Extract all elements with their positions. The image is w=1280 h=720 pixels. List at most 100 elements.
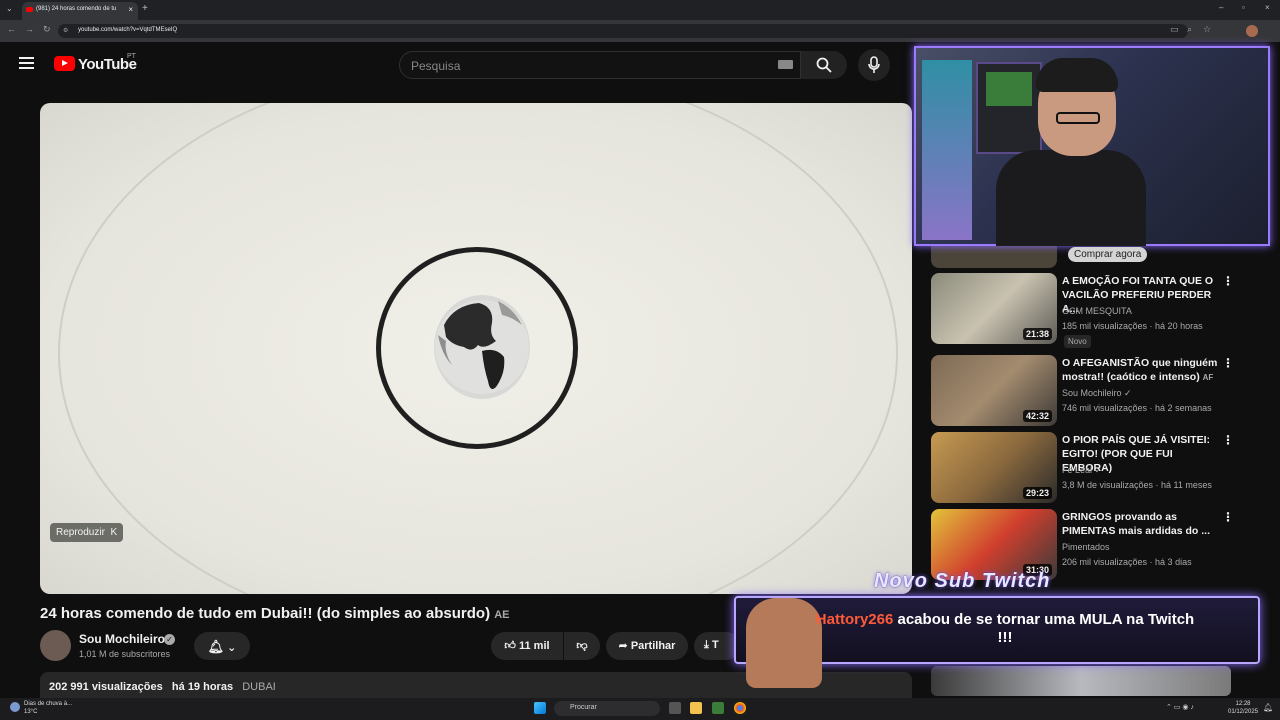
like-button[interactable]: 👍︎ 11 mil: [491, 632, 563, 660]
taskbar-search[interactable]: Procurar: [554, 701, 660, 716]
site-info-icon[interactable]: ⚙: [63, 27, 68, 34]
rec-views: 3,8 M de visualizações: [1062, 480, 1154, 490]
reload-icon[interactable]: ↻: [43, 24, 51, 35]
globe-icon: [434, 295, 530, 399]
webcam-glasses: [1056, 112, 1100, 124]
rec-channel[interactable]: GCM MESQUITA: [1062, 306, 1132, 316]
play-tooltip-key: K: [110, 527, 118, 538]
video-title: 24 horas comendo de tudo em Dubai!! (do …: [40, 605, 510, 622]
alert-message: acabou de se tornar uma MULA na Twitch: [897, 611, 1195, 628]
youtube-favicon-icon: [26, 7, 33, 12]
region-code: PT: [127, 53, 136, 60]
chrome-icon[interactable]: [734, 702, 746, 714]
more-options-icon[interactable]: ⋮: [1222, 510, 1234, 524]
maximize-icon[interactable]: ▫: [1242, 3, 1245, 12]
rec-channel-name: Fe Leal: [1062, 465, 1093, 475]
cast-icon[interactable]: ▭: [1170, 24, 1179, 35]
zoom-icon[interactable]: ⌕: [1187, 24, 1192, 35]
verified-icon: ✓: [1094, 465, 1103, 475]
more-options-icon[interactable]: ⋮: [1222, 356, 1234, 370]
minimize-icon[interactable]: –: [1219, 3, 1223, 12]
download-icon: ⤓: [704, 639, 709, 651]
store-icon[interactable]: [712, 702, 724, 714]
profile-avatar[interactable]: [1246, 25, 1258, 37]
rec-title-flag: AF: [1202, 373, 1214, 382]
alert-suffix: !!!: [997, 629, 1013, 646]
menu-icon[interactable]: [19, 57, 34, 70]
comprar-button[interactable]: Comprar agora: [1068, 247, 1148, 262]
search-input[interactable]: Pesquisa: [399, 51, 801, 79]
verified-icon: ✓: [1124, 388, 1132, 398]
thumbs-down-icon: 👎︎: [576, 640, 588, 652]
video-title-text: 24 horas comendo de tudo em Dubai!! (do …: [40, 605, 491, 622]
rec-duration: 21:38: [1023, 328, 1053, 340]
share-button[interactable]: ➦ Partilhar: [606, 632, 688, 660]
play-tooltip-label: Reproduzir: [56, 527, 105, 538]
rec-channel[interactable]: Pimentados: [1062, 542, 1110, 552]
close-window-icon[interactable]: ×: [1265, 3, 1270, 12]
back-icon[interactable]: ←: [7, 24, 16, 34]
dislike-button[interactable]: 👎︎: [564, 632, 600, 660]
voice-search-button[interactable]: [858, 49, 890, 81]
rec-channel-name: Pimentados: [1062, 542, 1110, 552]
rec-age: há 3 dias: [1155, 557, 1192, 567]
rec-meta: 3,8 M de visualizações · há 11 meses: [1062, 480, 1212, 490]
rec-title[interactable]: O AFEGANISTÃO que ninguém mostra!! (caót…: [1062, 356, 1220, 385]
rec-age: há 2 semanas: [1155, 403, 1212, 413]
notification-bell-button[interactable]: 🔔︎ ⌄: [194, 632, 250, 660]
browser-tab-bar: [0, 0, 1280, 20]
bell-icon: 🔔︎: [207, 639, 225, 654]
weather-temp: 13°C: [24, 709, 38, 715]
url-text: youtube.com/watch?v=VqtdTMEseIQ: [78, 27, 178, 33]
rec-meta: 185 mil visualizações · há 20 horas: [1062, 321, 1203, 331]
address-bar[interactable]: youtube.com/watch?v=VqtdTMEseIQ: [58, 24, 1188, 38]
hashtag[interactable]: DUBAI: [242, 681, 276, 693]
youtube-logo-icon[interactable]: [54, 56, 75, 71]
rec-channel[interactable]: Fe Leal ✓: [1062, 465, 1102, 476]
weather-icon[interactable]: [10, 702, 20, 712]
microphone-icon: [868, 56, 880, 73]
more-options-icon[interactable]: ⋮: [1222, 433, 1234, 447]
upload-age: há 19 horas: [171, 681, 234, 693]
like-count: 11 mil: [518, 640, 550, 652]
forward-icon[interactable]: →: [25, 24, 34, 34]
rec-views: 185 mil visualizações: [1062, 321, 1148, 331]
previous-rec-thumbnail[interactable]: [931, 246, 1057, 268]
rec-channel[interactable]: Sou Mochileiro ✓: [1062, 388, 1132, 399]
new-tab-icon[interactable]: +: [142, 3, 148, 14]
search-placeholder: Pesquisa: [411, 59, 461, 73]
weather-widget[interactable]: Dias de chuva à... 13°C: [24, 700, 72, 716]
clock[interactable]: 12:28 01/12/2025: [1228, 700, 1258, 716]
browser-tab[interactable]: (981) 24 horas comendo de tu ×: [22, 2, 138, 20]
thumbs-up-icon: 👍︎: [504, 640, 516, 652]
webcam-arcade: [976, 62, 1042, 154]
video-player[interactable]: Reproduzir K: [40, 103, 912, 594]
close-tab-icon[interactable]: ×: [128, 5, 133, 14]
search-icon: [816, 57, 832, 73]
file-explorer-icon[interactable]: [690, 702, 702, 714]
notification-icon[interactable]: 🔔︎: [1263, 703, 1273, 712]
more-options-icon[interactable]: ⋮: [1222, 274, 1234, 288]
alert-username: Hattory266: [815, 611, 894, 628]
tab-search-icon[interactable]: ⌄: [6, 4, 13, 13]
start-icon[interactable]: [534, 702, 546, 714]
verified-icon: ✓: [164, 634, 175, 645]
alert-text: Hattory266 acabou de se tornar uma MULA …: [760, 611, 1250, 647]
search-button[interactable]: [801, 51, 847, 79]
bookmark-star-icon[interactable]: ☆: [1203, 24, 1211, 35]
webcam-person-body: [996, 150, 1146, 246]
clock-date: 01/12/2025: [1228, 709, 1259, 715]
task-view-icon[interactable]: [669, 702, 681, 714]
taskbar-search-label: Procurar: [570, 704, 597, 711]
keyboard-icon[interactable]: [778, 60, 793, 69]
channel-avatar[interactable]: [40, 630, 71, 661]
tab-title: (981) 24 horas comendo de tu: [36, 6, 117, 12]
rec-title[interactable]: GRINGOS provando as PIMENTAS mais ardida…: [1062, 510, 1220, 538]
rec-duration: 42:32: [1023, 410, 1053, 422]
share-icon: ➦: [618, 640, 628, 652]
tray-icons[interactable]: ⌃ ▭ ◉ ♪: [1166, 703, 1194, 711]
channel-name[interactable]: Sou Mochileiro: [79, 632, 165, 646]
next-rec-thumbnail[interactable]: [931, 666, 1231, 696]
chevron-down-icon: ⌄: [227, 642, 237, 654]
download-label-partial: T: [711, 639, 719, 651]
